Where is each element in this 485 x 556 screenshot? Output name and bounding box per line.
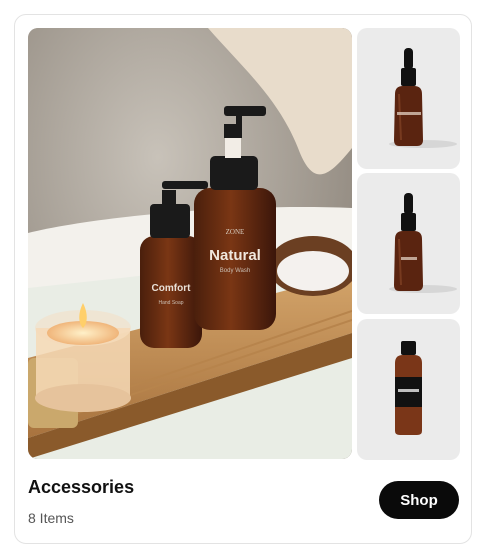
- dropper-bottle-image: [389, 48, 457, 148]
- product-card[interactable]: Comfort Hand Soap ZONE Natural Body Wash: [14, 14, 472, 544]
- hero-scene: Comfort Hand Soap ZONE Natural Body Wash: [28, 28, 352, 459]
- shop-button[interactable]: Shop: [379, 481, 459, 519]
- small-bottle-sublabel: Hand Soap: [158, 300, 183, 306]
- dropper-bottle-image: [389, 193, 457, 293]
- large-bottle-sublabel: Body Wash: [220, 268, 250, 274]
- thumbnail-exfoliating[interactable]: [357, 319, 460, 460]
- thumbnail-castor[interactable]: [357, 173, 460, 314]
- thumbnail-serum[interactable]: [357, 28, 460, 169]
- large-bottle-brand: ZONE: [226, 228, 245, 236]
- item-count: 8 Items: [28, 510, 74, 526]
- card-title: Accessories: [28, 477, 135, 497]
- small-bottle-label: Comfort: [152, 283, 192, 294]
- tall-bottle-image: [395, 341, 422, 435]
- large-bottle-label: Natural: [209, 247, 261, 264]
- hero-image[interactable]: Comfort Hand Soap ZONE Natural Body Wash: [28, 28, 352, 459]
